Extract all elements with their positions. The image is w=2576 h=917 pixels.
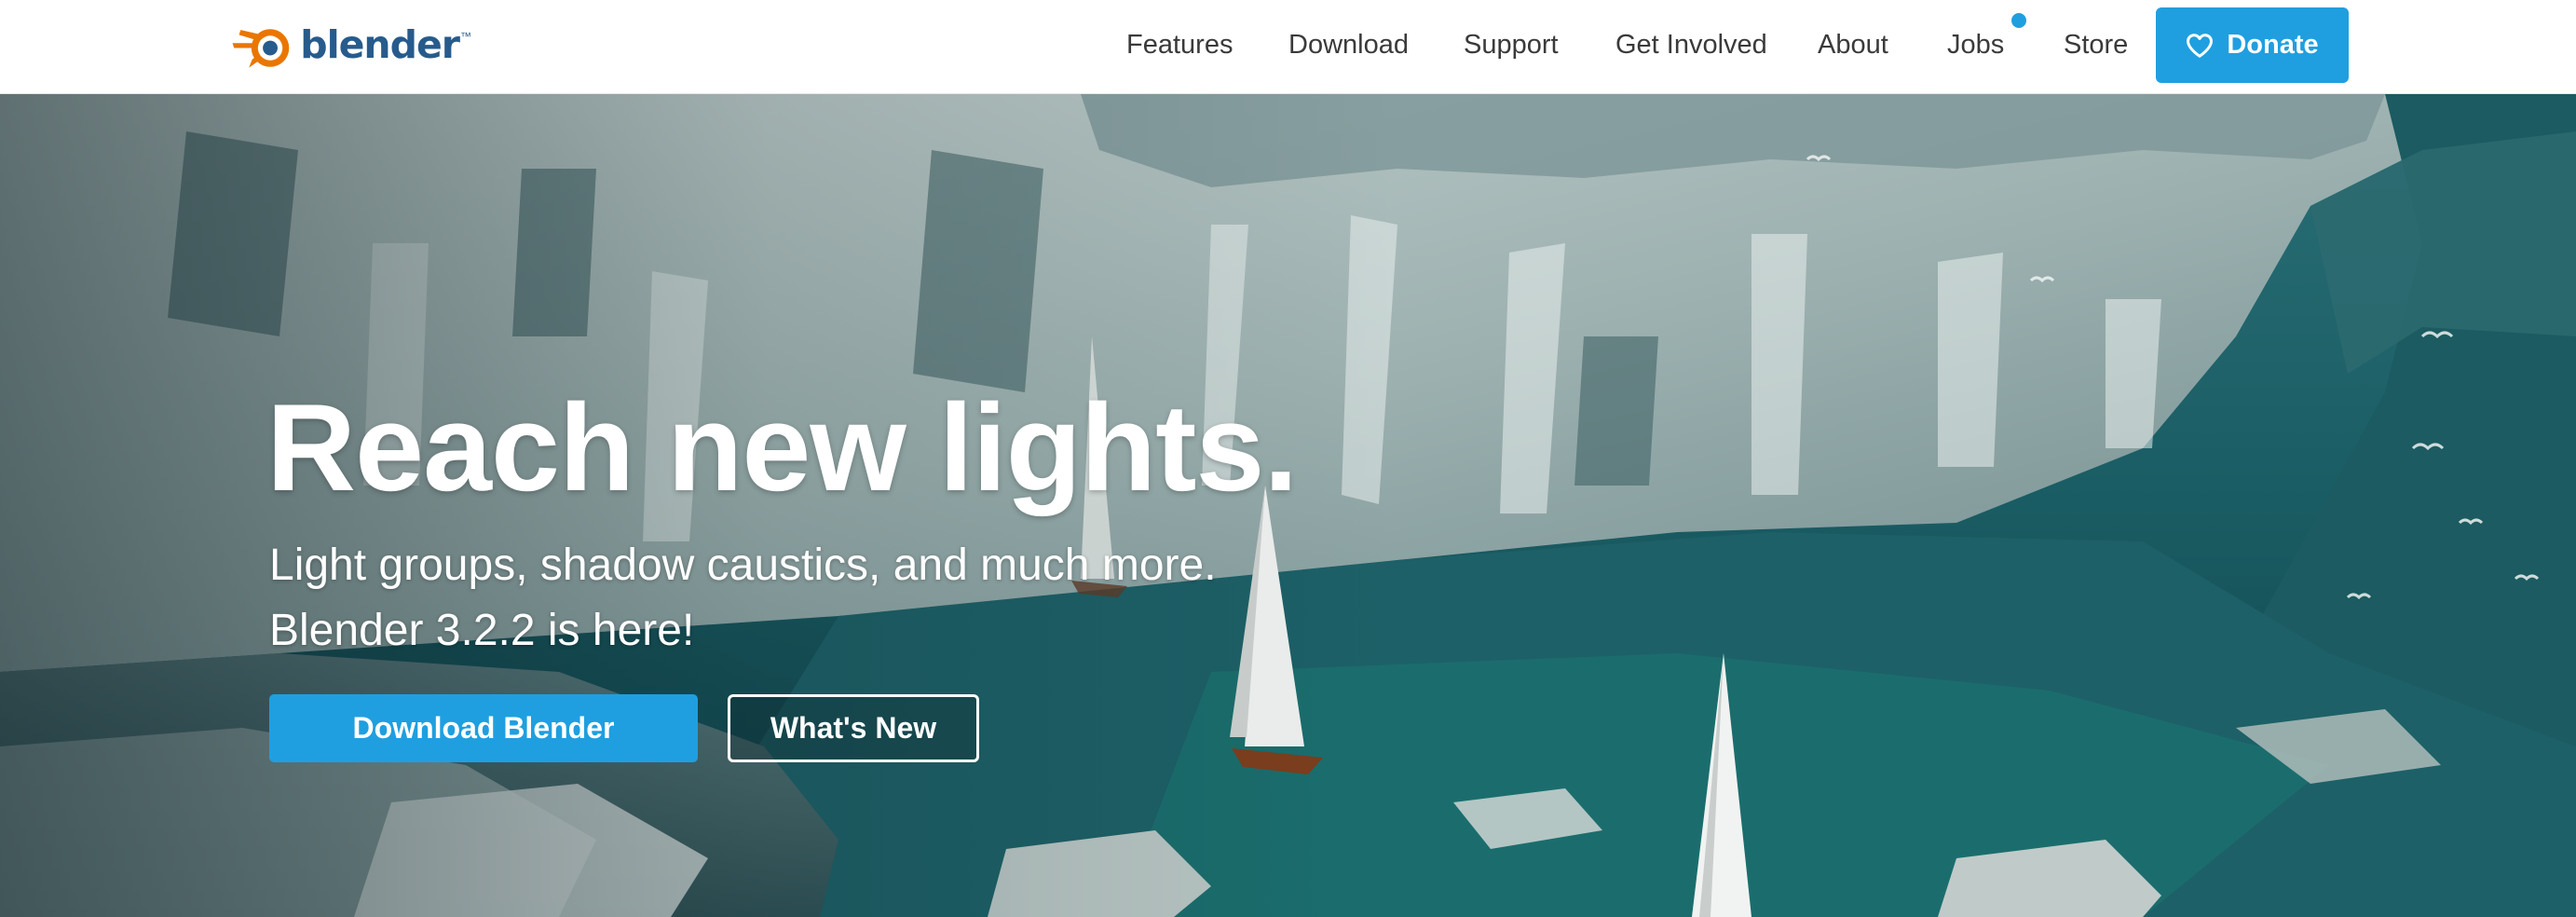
nav-item-about[interactable]: About (1818, 25, 1888, 64)
top-navbar: blender ™ Features Download Support Get … (0, 0, 2576, 94)
hero-version-text: Blender 3.2.2 is here! (269, 606, 695, 655)
whats-new-button[interactable]: What's New (728, 694, 979, 762)
donate-label: Donate (2227, 30, 2319, 60)
nav-item-download[interactable]: Download (1288, 25, 1409, 64)
donate-button[interactable]: Donate (2156, 7, 2349, 83)
jobs-notification-dot (2011, 13, 2026, 28)
hero-banner: Reach new lights. Light groups, shadow c… (0, 94, 2576, 917)
heart-icon (2187, 33, 2214, 58)
nav-item-jobs[interactable]: Jobs (1947, 25, 2004, 64)
hero-title: Reach new lights. (266, 379, 1298, 517)
download-blender-button[interactable]: Download Blender (269, 694, 698, 762)
nav-item-store[interactable]: Store (2064, 25, 2128, 64)
nav-item-get-involved[interactable]: Get Involved (1615, 25, 1767, 64)
nav-item-features[interactable]: Features (1126, 25, 1233, 64)
hero-subtitle: Light groups, shadow caustics, and much … (269, 541, 1217, 590)
nav-item-support[interactable]: Support (1464, 25, 1559, 64)
